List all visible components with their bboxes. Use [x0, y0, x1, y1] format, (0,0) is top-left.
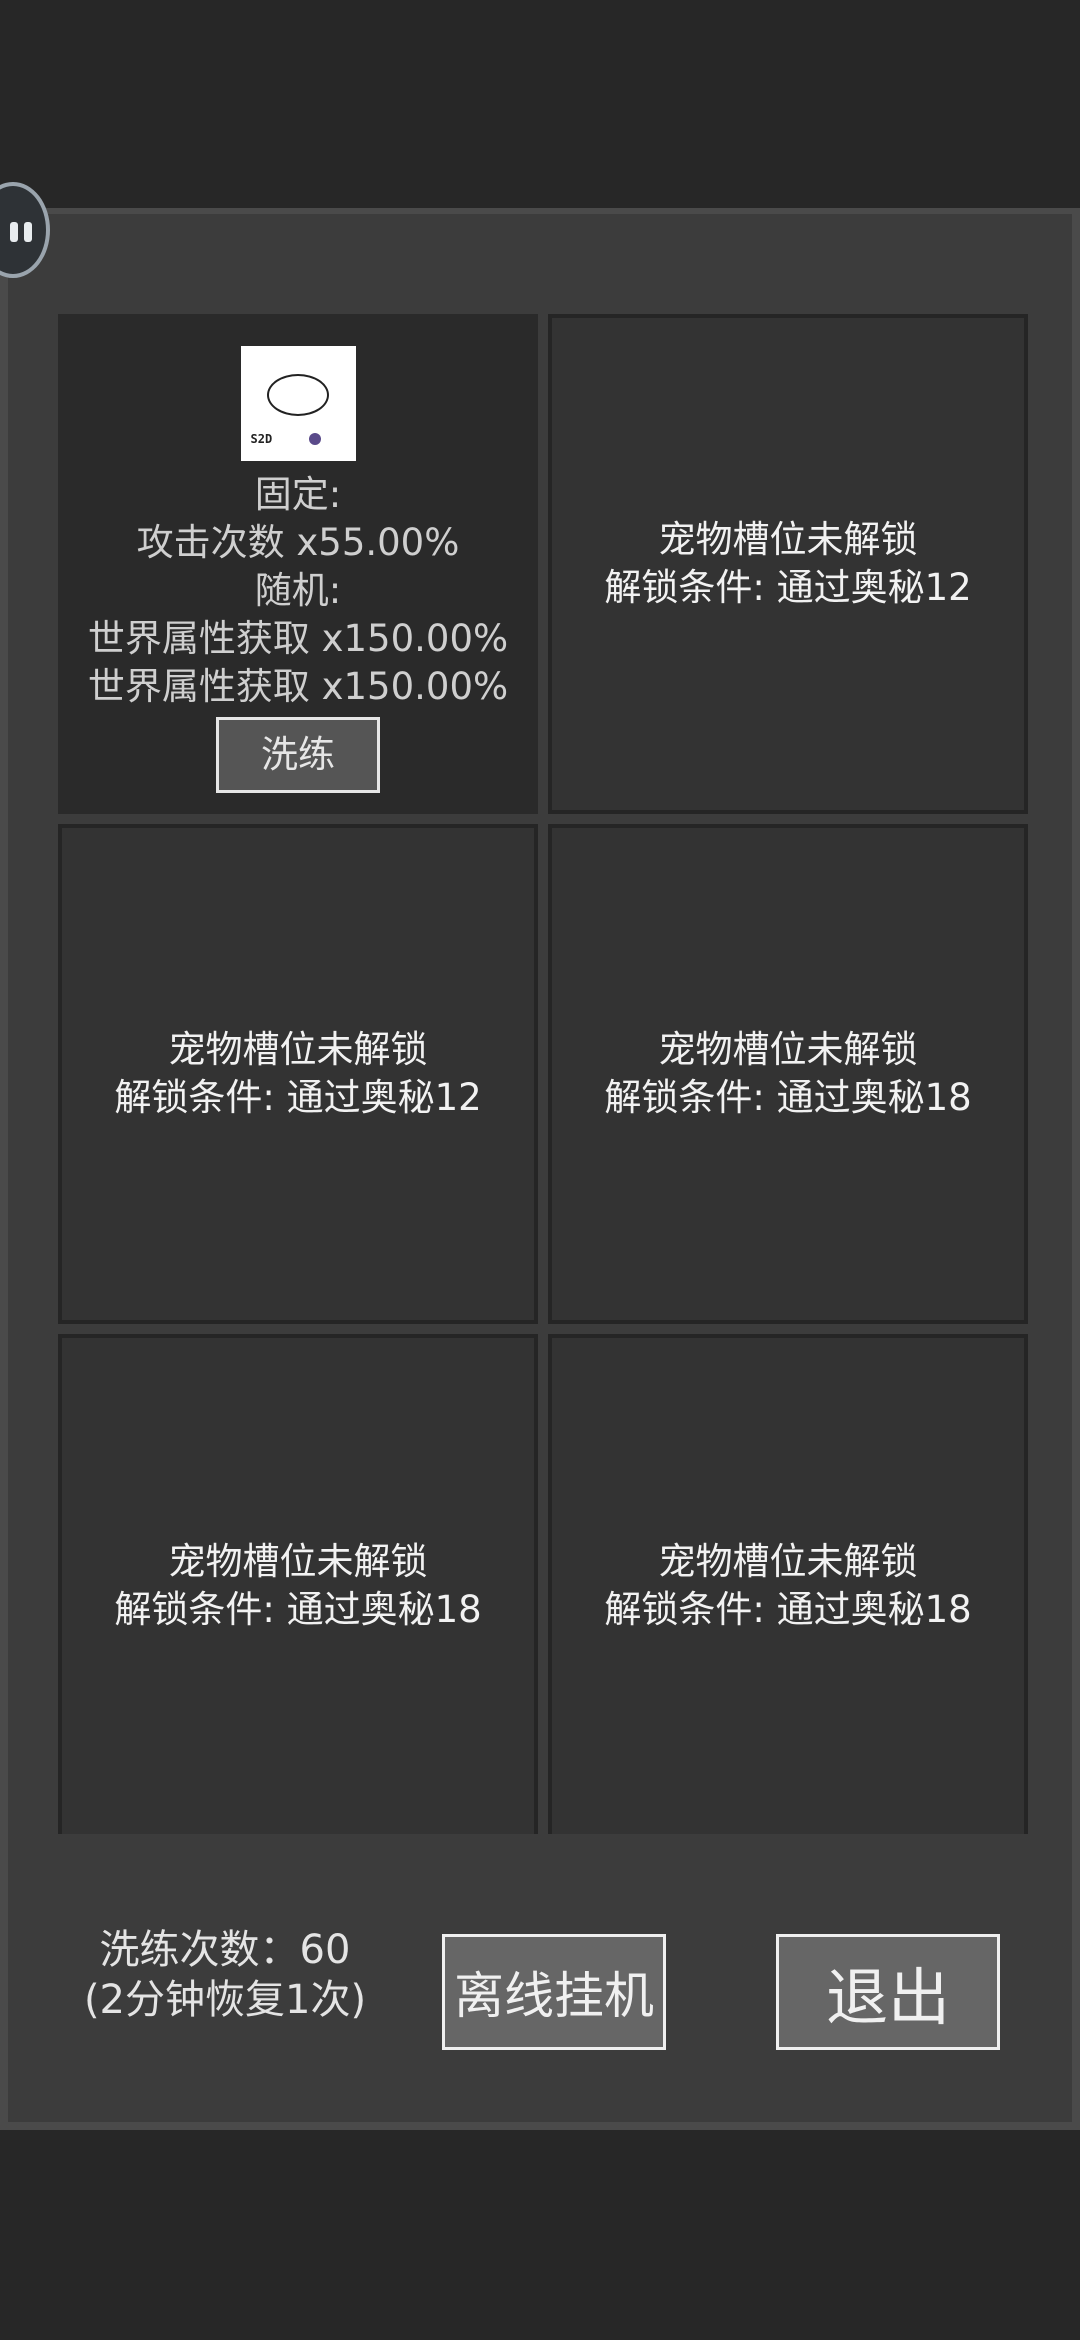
exit-button[interactable]: 退出 [776, 1934, 1000, 2050]
slot-locked-title: 宠物槽位未解锁 [658, 518, 918, 561]
slot-unlock-condition: 解锁条件: 通过奥秘12 [114, 1076, 482, 1119]
pet-mark: S2D [250, 432, 273, 446]
random-value-2: 世界属性获取 x150.00% [87, 665, 509, 708]
refine-count: 洗练次数：60 [99, 1927, 351, 1973]
fixed-label: 固定: [254, 473, 342, 516]
slot-locked-title: 宠物槽位未解锁 [168, 1028, 428, 1071]
slot-locked-title: 宠物槽位未解锁 [168, 1540, 428, 1583]
pet-slot-3[interactable]: 宠物槽位未解锁 解锁条件: 通过奥秘12 [58, 824, 538, 1324]
slot-unlock-condition: 解锁条件: 通过奥秘18 [114, 1588, 482, 1631]
slot-locked-title: 宠物槽位未解锁 [658, 1028, 918, 1071]
refine-recovery: (2分钟恢复1次) [83, 1977, 367, 2023]
slot-unlock-condition: 解锁条件: 通过奥秘18 [604, 1588, 972, 1631]
random-label: 随机: [254, 569, 342, 612]
slot-locked-title: 宠物槽位未解锁 [658, 1540, 918, 1583]
pet-image: S2D [240, 346, 356, 461]
eye-right [24, 222, 32, 242]
pet-slot-1[interactable]: S2D 固定: 攻击次数 x55.00% 随机: 世界属性获取 x150.00%… [58, 314, 538, 814]
pet-gem-icon [308, 433, 321, 445]
fixed-value: 攻击次数 x55.00% [136, 521, 460, 564]
pet-slot-5[interactable]: 宠物槽位未解锁 解锁条件: 通过奥秘18 [58, 1334, 538, 1834]
pet-slot-6[interactable]: 宠物槽位未解锁 解锁条件: 通过奥秘18 [548, 1334, 1028, 1834]
offline-idle-button[interactable]: 离线挂机 [442, 1934, 666, 2050]
eye-left [10, 222, 18, 242]
pet-slot-4[interactable]: 宠物槽位未解锁 解锁条件: 通过奥秘18 [548, 824, 1028, 1324]
refine-button[interactable]: 洗练 [216, 717, 380, 793]
refine-count-info: 洗练次数：60 (2分钟恢复1次) [50, 1925, 400, 2025]
pet-doodle [266, 374, 329, 416]
slot-unlock-condition: 解锁条件: 通过奥秘12 [604, 566, 972, 609]
random-value-1: 世界属性获取 x150.00% [87, 617, 509, 660]
slot-unlock-condition: 解锁条件: 通过奥秘18 [604, 1076, 972, 1119]
pet-slot-2[interactable]: 宠物槽位未解锁 解锁条件: 通过奥秘12 [548, 314, 1028, 814]
